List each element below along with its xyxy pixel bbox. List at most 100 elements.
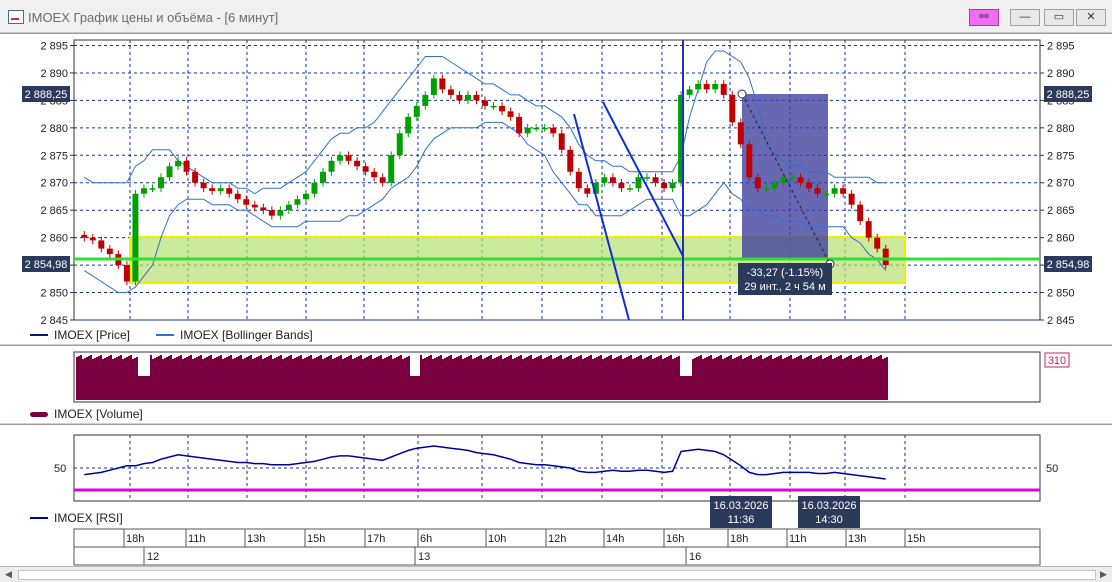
price-chart[interactable]: 2 8952 8902 8852 8802 8752 8702 8652 860… — [0, 34, 1112, 344]
volume-bar — [802, 359, 804, 400]
volume-bar — [190, 355, 192, 400]
volume-bar — [186, 357, 188, 400]
minimize-button[interactable]: — — [1010, 9, 1040, 26]
price-legend: IMOEX [Price] IMOEX [Bollinger Bands] — [30, 328, 313, 342]
candle-body — [763, 188, 770, 190]
volume-bar — [532, 359, 534, 400]
rsi-chart[interactable]: 50 50 16.03.2026 11:36 16.03.2026 14:30 … — [0, 425, 1112, 567]
candle-body — [183, 160, 190, 172]
candle-body — [541, 127, 548, 130]
volume-bar — [204, 358, 206, 400]
volume-bar — [174, 358, 176, 400]
volume-bar — [550, 355, 552, 400]
volume-bar — [604, 358, 606, 400]
candle-body — [439, 78, 446, 90]
volume-bar — [130, 355, 132, 400]
volume-bar — [790, 355, 792, 400]
candle-body — [302, 193, 309, 200]
volume-bar — [514, 358, 516, 400]
volume-bar — [868, 356, 870, 400]
maximize-button[interactable]: ▭ — [1044, 9, 1074, 26]
volume-bar — [466, 357, 468, 400]
volume-bar — [446, 357, 448, 400]
candle-body — [669, 182, 676, 189]
candle-body — [575, 171, 582, 189]
link-button[interactable]: ⚯ — [969, 9, 999, 26]
volume-bar — [762, 359, 764, 400]
volume-bar — [416, 376, 418, 400]
volume-bar — [614, 358, 616, 400]
volume-bar — [140, 376, 142, 400]
volume-bar — [164, 358, 166, 400]
volume-bar — [704, 358, 706, 400]
price-panel[interactable]: 2 8952 8902 8852 8802 8752 8702 8652 860… — [0, 33, 1112, 344]
candle-body — [285, 204, 292, 211]
volume-bar — [574, 358, 576, 400]
volume-bar — [332, 359, 334, 400]
scroll-right-icon[interactable]: ▶ — [1100, 569, 1107, 580]
volume-bar — [352, 359, 354, 400]
volume-bar — [248, 356, 250, 400]
candle-body — [823, 193, 830, 196]
volume-bar — [882, 359, 884, 400]
volume-bar — [780, 355, 782, 400]
volume-bar — [478, 356, 480, 400]
volume-bar — [670, 355, 672, 400]
hour-label: 11h — [789, 533, 807, 545]
volume-bar — [442, 359, 444, 400]
rsi-panel[interactable]: 50 50 16.03.2026 11:36 16.03.2026 14:30 … — [0, 424, 1112, 567]
candle-body — [166, 166, 173, 178]
volume-bar — [752, 359, 754, 400]
volume-bar — [138, 376, 140, 400]
volume-bar — [664, 358, 666, 400]
volume-bar — [580, 355, 582, 400]
volume-bar — [566, 357, 568, 400]
volume-bar — [638, 356, 640, 400]
volume-bar — [782, 359, 784, 400]
volume-bar — [378, 356, 380, 400]
hour-label: 11h — [188, 533, 206, 545]
volume-bar — [730, 355, 732, 400]
volume-bar — [864, 358, 866, 400]
volume-bar — [426, 357, 428, 400]
volume-bar — [686, 376, 688, 400]
volume-bar — [410, 376, 412, 400]
candle-body — [175, 160, 182, 167]
candle-body — [158, 177, 164, 189]
volume-bar — [354, 358, 356, 400]
measure-start-handle[interactable] — [737, 89, 747, 99]
volume-bar — [612, 359, 614, 400]
scrollbar-thumb[interactable] — [18, 570, 1096, 580]
volume-bar — [710, 355, 712, 400]
y-tick-label: 2 845 — [40, 315, 68, 327]
volume-bar — [852, 359, 854, 400]
volume-bar — [182, 359, 184, 400]
volume-bar — [118, 356, 120, 400]
scroll-left-icon[interactable]: ◀ — [5, 569, 12, 580]
volume-bar — [832, 359, 834, 400]
volume-bar — [162, 359, 164, 400]
volume-bar — [90, 355, 92, 400]
volume-bar — [622, 359, 624, 400]
horizontal-scrollbar[interactable]: ◀ ▶ — [0, 566, 1112, 582]
current-price-label-right: 2 854,98 — [1047, 259, 1090, 271]
volume-bar — [774, 358, 776, 400]
volume-bar — [340, 355, 342, 400]
volume-bar — [444, 358, 446, 400]
volume-chart[interactable]: 310 — [0, 346, 1112, 423]
candle-body — [345, 155, 352, 161]
volume-bar — [474, 358, 476, 400]
volume-bar — [792, 359, 794, 400]
volume-bar — [694, 358, 696, 400]
close-button[interactable]: ✕ — [1076, 9, 1106, 26]
volume-bar — [262, 359, 264, 400]
volume-panel[interactable]: 310 IMOEX [Volume] — [0, 345, 1112, 423]
candle-body — [507, 111, 514, 117]
volume-bar — [770, 355, 772, 400]
volume-bar — [498, 356, 500, 400]
volume-bar — [820, 355, 822, 400]
volume-bar — [202, 359, 204, 400]
hour-label: 13h — [848, 533, 866, 545]
volume-bar — [236, 357, 238, 400]
volume-bar — [470, 355, 472, 400]
